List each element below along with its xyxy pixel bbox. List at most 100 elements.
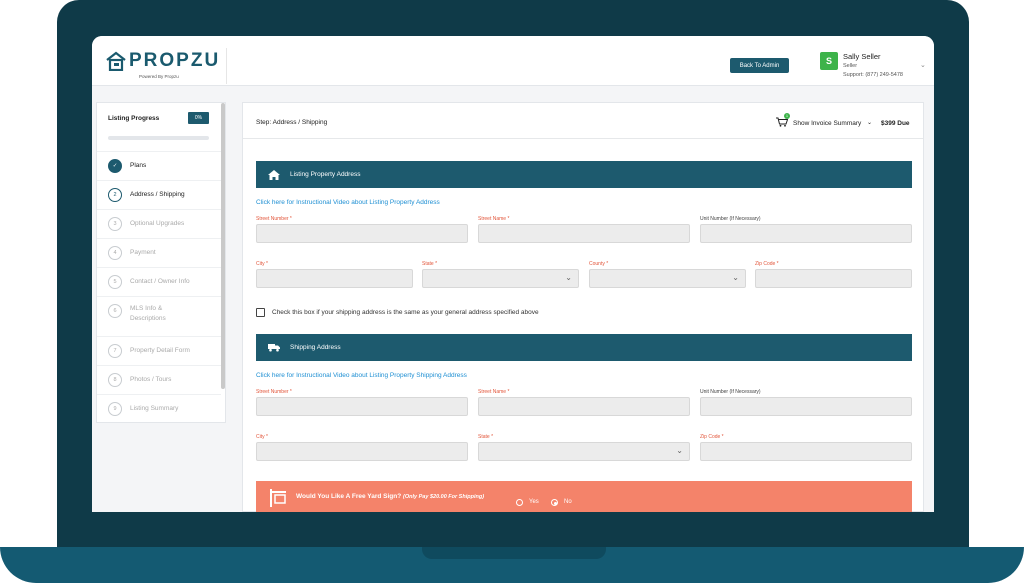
sidebar-item-label: Plans (130, 162, 147, 169)
question-text: Would You Like A Free Yard Sign? (296, 493, 402, 500)
shipping-state-select[interactable]: ⌄ (478, 442, 690, 461)
listing-progress-sidebar: Listing Progress 0% ✓ Plans 2 Address / … (96, 102, 226, 423)
step-number: 3 (108, 217, 122, 231)
street-name-label: Street Name * (478, 216, 510, 222)
sidebar-item-plans[interactable]: ✓ Plans (97, 151, 221, 180)
sidebar-item-label: Listing Summary (130, 405, 179, 412)
yard-sign-no-radio[interactable] (551, 499, 558, 506)
section-title: Shipping Address (290, 344, 341, 351)
check-icon: ✓ (108, 159, 122, 173)
shipping-zip-code-input[interactable] (700, 442, 912, 461)
sidebar-item-label: MLS Info & Descriptions (130, 304, 166, 324)
yard-sign-icon (270, 489, 286, 507)
shipping-address-header: Shipping Address (256, 334, 912, 361)
sidebar-item-property-detail[interactable]: 7 Property Detail Form (97, 336, 221, 365)
top-header: PROPZU Powered By Propzu Back To Admin S… (92, 36, 934, 86)
unit-number-label: Unit Number (If Necessary) (700, 216, 761, 222)
unit-number-input[interactable] (700, 224, 912, 243)
brand-tagline: Powered By Propzu (139, 74, 179, 79)
avatar[interactable]: S (820, 52, 838, 70)
shipping-video-link[interactable]: Click here for Instructional Video about… (256, 372, 467, 379)
sidebar-item-mls-info[interactable]: 6 MLS Info & Descriptions (97, 296, 221, 336)
step-number: 9 (108, 402, 122, 416)
shipping-street-name-input[interactable] (478, 397, 690, 416)
yard-sign-banner: Would You Like A Free Yard Sign? (Only P… (256, 481, 912, 512)
user-role: Seller (843, 63, 858, 69)
sidebar-item-photos-tours[interactable]: 8 Photos / Tours (97, 365, 221, 394)
amount-due: $399 Due (881, 120, 910, 127)
zip-code-label: Zip Code * (755, 261, 779, 267)
street-name-input[interactable] (478, 224, 690, 243)
sidebar-item-contact-owner[interactable]: 5 Contact / Owner Info (97, 267, 221, 296)
chevron-down-icon[interactable]: ⌄ (920, 61, 926, 69)
listing-address-header: Listing Property Address (256, 161, 912, 188)
header-divider (226, 48, 227, 84)
app-screen: PROPZU Powered By Propzu Back To Admin S… (92, 36, 934, 512)
label-line-2: Descriptions (130, 315, 166, 322)
sidebar-item-listing-summary[interactable]: 9 Listing Summary (97, 394, 221, 423)
same-address-label: Check this box if your shipping address … (272, 309, 539, 316)
progress-bar (108, 136, 209, 140)
sidebar-scrollbar[interactable] (221, 103, 225, 389)
shipping-street-number-input[interactable] (256, 397, 468, 416)
city-label: City * (256, 261, 268, 267)
chevron-down-icon: ⌄ (565, 273, 572, 282)
home-icon (268, 169, 280, 180)
house-logo-icon (106, 51, 126, 71)
state-select[interactable]: ⌄ (422, 269, 579, 288)
step-number: 6 (108, 304, 122, 318)
sidebar-item-payment[interactable]: 4 Payment (97, 238, 221, 267)
street-number-input[interactable] (256, 224, 468, 243)
truck-icon (268, 344, 280, 352)
step-number: 5 (108, 275, 122, 289)
shipping-city-label: City * (256, 434, 268, 440)
sidebar-item-label: Address / Shipping (130, 191, 185, 198)
brand-name: PROPZU (129, 50, 221, 71)
step-number: 2 (108, 188, 122, 202)
sidebar-title: Listing Progress (108, 115, 160, 122)
laptop-notch (422, 547, 606, 559)
step-title: Step: Address / Shipping (256, 119, 328, 126)
sidebar-item-optional-upgrades[interactable]: 3 Optional Upgrades (97, 209, 221, 238)
yard-sign-yes-radio[interactable] (516, 499, 523, 506)
back-to-admin-button[interactable]: Back To Admin (730, 58, 789, 73)
yard-sign-question: Would You Like A Free Yard Sign? (Only P… (296, 493, 484, 500)
sidebar-item-label: Contact / Owner Info (130, 278, 190, 285)
step-number: 8 (108, 373, 122, 387)
shipping-street-number-label: Street Number * (256, 389, 292, 395)
sidebar-item-label: Payment (130, 249, 156, 256)
city-input[interactable] (256, 269, 413, 288)
chevron-down-icon: ⌄ (732, 273, 739, 282)
shipping-street-name-label: Street Name * (478, 389, 510, 395)
shipping-city-input[interactable] (256, 442, 468, 461)
sidebar-item-address-shipping[interactable]: 2 Address / Shipping (97, 180, 221, 209)
sidebar-item-label: Property Detail Form (130, 347, 190, 354)
zip-code-input[interactable] (755, 269, 912, 288)
logo[interactable]: PROPZU (106, 50, 220, 72)
step-number: 4 (108, 246, 122, 260)
step-number: 7 (108, 344, 122, 358)
street-number-label: Street Number * (256, 216, 292, 222)
no-label: No (564, 499, 572, 505)
sidebar-item-label: Optional Upgrades (130, 220, 185, 227)
shipping-state-label: State * (478, 434, 494, 440)
chevron-down-icon[interactable]: ⌄ (867, 119, 872, 126)
support-phone: Support: (877) 249-5478 (843, 72, 903, 78)
chevron-down-icon: ⌄ (676, 446, 683, 455)
show-invoice-summary-toggle[interactable]: Show Invoice Summary (793, 120, 861, 127)
divider (243, 138, 923, 139)
county-label: County * (589, 261, 609, 267)
main-panel: Step: Address / Shipping 1 Show Invoice … (242, 102, 924, 512)
state-label: State * (422, 261, 438, 267)
label-line-1: MLS Info & (130, 305, 163, 312)
user-name: Sally Seller (843, 52, 881, 61)
progress-badge: 0% (188, 112, 209, 124)
county-select[interactable]: ⌄ (589, 269, 746, 288)
shipping-zip-code-label: Zip Code * (700, 434, 724, 440)
same-address-checkbox[interactable] (256, 308, 265, 317)
shipping-note: (Only Pay $20.00 For Shipping) (403, 494, 485, 500)
sidebar-item-label: Photos / Tours (130, 376, 172, 383)
shipping-unit-number-input[interactable] (700, 397, 912, 416)
listing-video-link[interactable]: Click here for Instructional Video about… (256, 199, 440, 206)
cart-count-badge: 1 (784, 113, 790, 119)
